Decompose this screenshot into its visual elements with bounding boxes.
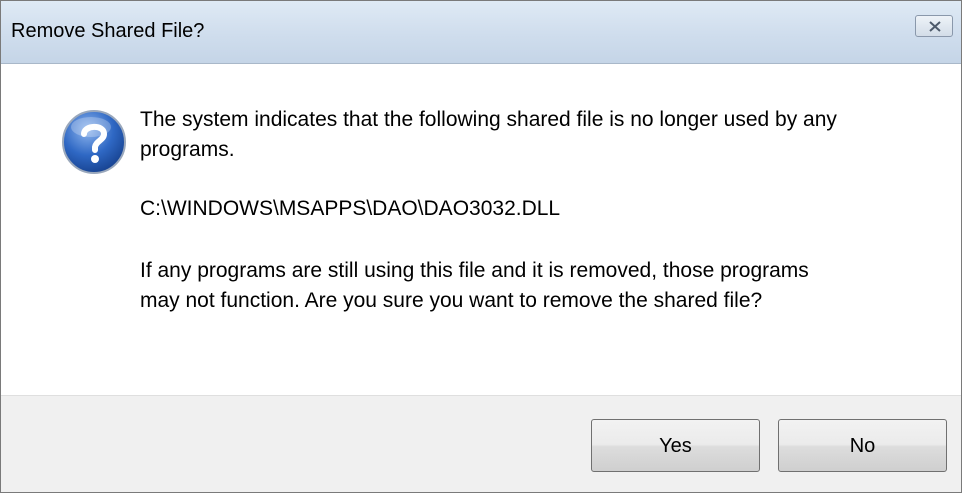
message-warning: If any programs are still using this fil… (140, 259, 809, 312)
dialog-content: The system indicates that the following … (1, 64, 961, 395)
close-button[interactable] (915, 15, 953, 37)
yes-button[interactable]: Yes (591, 419, 760, 472)
message-intro: The system indicates that the following … (140, 108, 837, 161)
question-icon (62, 110, 126, 174)
close-icon (929, 21, 941, 32)
title-bar[interactable]: Remove Shared File? (1, 1, 961, 64)
file-path: C:\WINDOWS\MSAPPS\DAO\DAO3032.DLL (140, 197, 561, 220)
no-button[interactable]: No (778, 419, 947, 472)
remove-shared-file-dialog: Remove Shared File? The system indicates… (0, 0, 962, 493)
button-bar: Yes No (1, 395, 961, 492)
dialog-title: Remove Shared File? (11, 20, 205, 42)
